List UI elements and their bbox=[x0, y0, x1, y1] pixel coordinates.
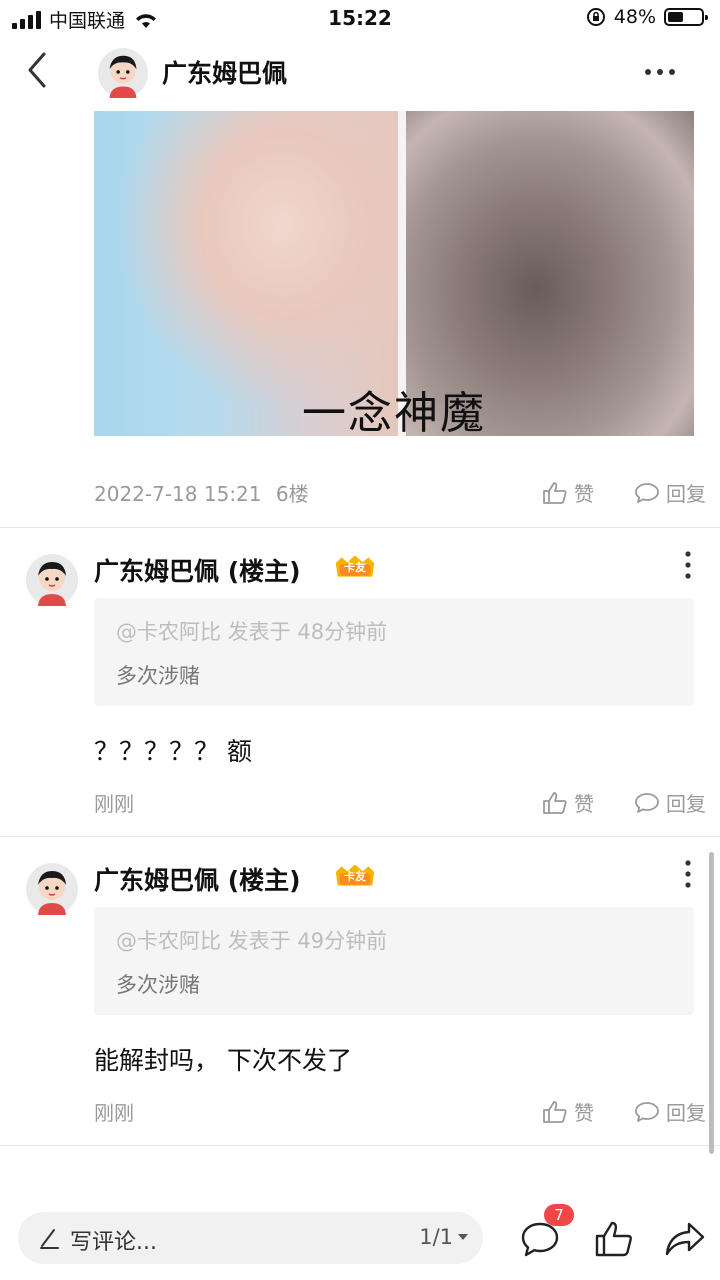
page-title: 广东姆巴佩 bbox=[162, 59, 288, 88]
quote-source: @卡农阿比 发表于 49分钟前 bbox=[116, 929, 388, 953]
share-arrow-icon bbox=[665, 1222, 705, 1256]
quote-text: 多次涉赌 bbox=[116, 973, 200, 997]
pen-icon bbox=[40, 1229, 59, 1249]
post-actions: 赞 回复 bbox=[542, 478, 706, 507]
reply-label: 回复 bbox=[666, 792, 706, 816]
status-bar: 中国联通 15:22 48% bbox=[0, 0, 720, 36]
commenter-avatar[interactable] bbox=[26, 554, 78, 606]
back-button[interactable] bbox=[22, 50, 62, 94]
battery-percent: 48% bbox=[613, 6, 656, 28]
post-timestamp: 2022-7-18 15:21 bbox=[94, 482, 262, 506]
comment-actions: 赞 回复 bbox=[542, 788, 706, 817]
more-button[interactable] bbox=[640, 62, 680, 82]
reply-label: 回复 bbox=[666, 482, 706, 506]
comment-placeholder: 写评论... bbox=[70, 1230, 157, 1255]
quote-text: 多次涉赌 bbox=[116, 664, 200, 688]
comment-icon bbox=[635, 792, 659, 813]
image-caption: 一念神魔 bbox=[302, 388, 486, 436]
more-horizontal-icon bbox=[645, 69, 675, 75]
comment-icon bbox=[635, 1101, 659, 1122]
like-label: 赞 bbox=[574, 792, 594, 816]
bottom-bar: 写评论... 1/1 7 bbox=[0, 1196, 720, 1280]
comment-icon bbox=[635, 482, 659, 503]
badge-label: 卡友 bbox=[344, 561, 366, 574]
quoted-reply[interactable]: @卡农阿比 发表于 48分钟前 多次涉赌 bbox=[94, 598, 694, 706]
page-indicator: 1/1 bbox=[419, 1225, 453, 1249]
user-badge: 卡友 bbox=[332, 863, 378, 889]
status-right: 48% bbox=[586, 6, 708, 28]
thumbs-up-icon bbox=[595, 1221, 632, 1257]
commenter-name[interactable]: 广东姆巴佩 (楼主) bbox=[94, 552, 301, 588]
like-button[interactable]: 赞 bbox=[542, 1097, 594, 1126]
comment-time: 刚刚 bbox=[94, 1101, 134, 1125]
author-avatar[interactable] bbox=[98, 48, 148, 98]
battery-fill bbox=[668, 12, 684, 22]
post-meta: 2022-7-18 15:21 6楼 bbox=[94, 478, 309, 507]
battery-icon bbox=[664, 8, 708, 26]
scrollbar[interactable] bbox=[709, 852, 714, 1154]
comment-body: 能解封吗， 下次不发了 bbox=[94, 1046, 352, 1075]
comment-more-button[interactable] bbox=[682, 859, 694, 889]
comment-input[interactable]: 写评论... 1/1 bbox=[18, 1212, 483, 1264]
badge-label: 卡友 bbox=[344, 870, 366, 883]
comments-button[interactable] bbox=[520, 1220, 560, 1262]
caret-down-icon bbox=[458, 1234, 468, 1240]
post-floor: 6楼 bbox=[275, 482, 309, 506]
quote-source: @卡农阿比 发表于 48分钟前 bbox=[116, 620, 388, 644]
like-button[interactable]: 赞 bbox=[542, 788, 594, 817]
user-badge: 卡友 bbox=[332, 554, 378, 580]
page-selector[interactable]: 1/1 bbox=[419, 1225, 469, 1249]
comment-more-button[interactable] bbox=[682, 550, 694, 580]
thumbs-up-icon bbox=[543, 1100, 567, 1123]
reply-button[interactable]: 回复 bbox=[634, 788, 706, 817]
divider bbox=[0, 1145, 720, 1146]
chevron-left-icon bbox=[28, 52, 46, 88]
like-button[interactable]: 赞 bbox=[542, 478, 594, 507]
thumbs-up-icon bbox=[543, 791, 567, 814]
more-vertical-icon bbox=[685, 860, 691, 888]
comment-item: 广东姆巴佩 (楼主) 卡友 @卡农阿比 发表于 49分钟前 多次涉赌 能解封吗，… bbox=[0, 837, 720, 1145]
top-nav: 广东姆巴佩 bbox=[0, 40, 720, 106]
comment-time: 刚刚 bbox=[94, 792, 134, 816]
comment-actions: 赞 回复 bbox=[542, 1097, 706, 1126]
more-vertical-icon bbox=[685, 551, 691, 579]
reply-label: 回复 bbox=[666, 1101, 706, 1125]
like-post-button[interactable] bbox=[594, 1220, 634, 1262]
quoted-reply[interactable]: @卡农阿比 发表于 49分钟前 多次涉赌 bbox=[94, 907, 694, 1015]
commenter-name[interactable]: 广东姆巴佩 (楼主) bbox=[94, 861, 301, 897]
comment-body: ？？？？？ 额 bbox=[94, 737, 252, 766]
comment-item: 广东姆巴佩 (楼主) 卡友 @卡农阿比 发表于 48分钟前 多次涉赌 ？？？？？… bbox=[0, 528, 720, 836]
thumbs-up-icon bbox=[543, 481, 567, 504]
commenter-avatar[interactable] bbox=[26, 863, 78, 915]
rotation-lock-icon bbox=[586, 8, 605, 26]
reply-button[interactable]: 回复 bbox=[634, 1097, 706, 1126]
share-button[interactable] bbox=[664, 1220, 706, 1262]
reply-button[interactable]: 回复 bbox=[634, 478, 706, 507]
like-label: 赞 bbox=[574, 482, 594, 506]
like-label: 赞 bbox=[574, 1101, 594, 1125]
post-image[interactable]: 一念神魔 bbox=[94, 111, 694, 436]
comment-count-badge: 7 bbox=[544, 1204, 574, 1226]
